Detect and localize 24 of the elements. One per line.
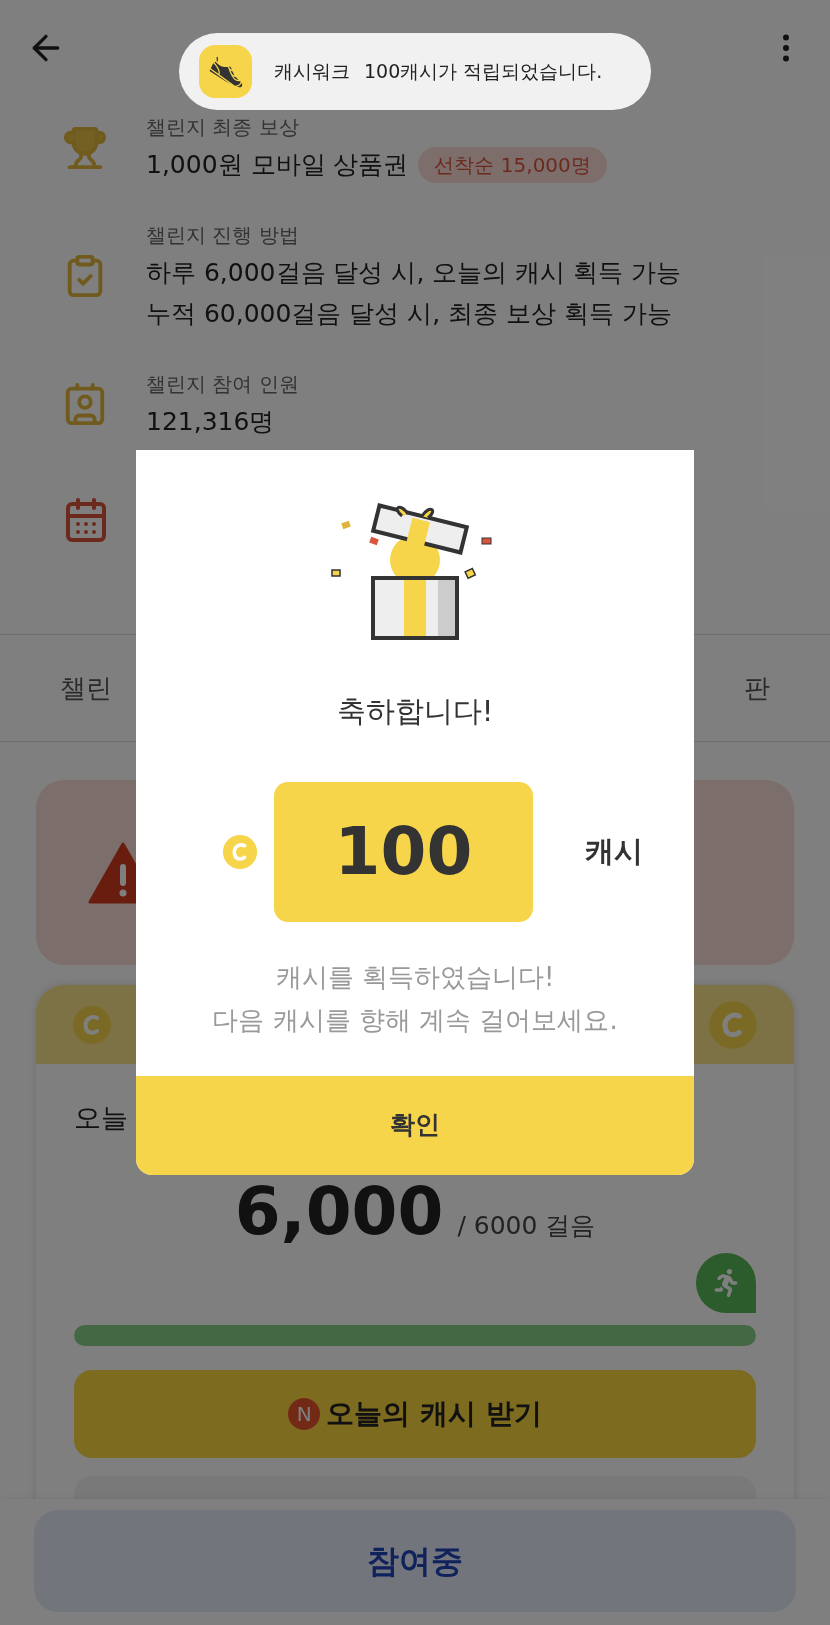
info-label: 챌린지 참여 인원	[146, 370, 299, 398]
tab[interactable]: 챌린	[60, 668, 112, 708]
toast-message: 100캐시가 적립되었습니다.	[364, 59, 603, 85]
cash-unit: 캐시	[585, 832, 643, 870]
participating-button[interactable]: 참여중	[34, 1510, 796, 1612]
get-cash-button[interactable]: N 오늘의 캐시 받기	[74, 1369, 756, 1458]
tab[interactable]: 판	[744, 668, 770, 708]
confirm-button[interactable]: 확인	[136, 1075, 694, 1175]
info-value: 121,316명	[146, 405, 275, 438]
new-badge: N	[288, 1397, 321, 1430]
dialog-title: 축하합니다!	[336, 693, 494, 730]
info-label: 챌린지 진행 방법	[146, 221, 300, 249]
dialog-message: 캐시를 획득하였습니다!	[275, 960, 555, 994]
dialog-message: 다음 캐시를 향해 계속 걸어보세요.	[212, 1003, 618, 1037]
info-value: 하루 6,000걸음 달성 시, 오늘의 캐시 획득 가능	[146, 256, 682, 289]
today-label: 오늘	[74, 1101, 128, 1135]
cash-amount: 100	[334, 812, 473, 892]
info-value: 누적 60,000걸음 달성 시, 최종 보상 획득 가능	[146, 298, 673, 330]
info-value: 1,000원 모바일 상품권	[146, 149, 409, 181]
step-count: 6,000	[234, 1178, 444, 1245]
step-goal: / 6000 걸음	[457, 1209, 596, 1242]
info-label: 챌린지 최종 보상	[146, 114, 300, 141]
limit-badge: 선착순 15,000명	[418, 146, 607, 183]
toast-app-name: 캐시워크	[274, 59, 350, 85]
